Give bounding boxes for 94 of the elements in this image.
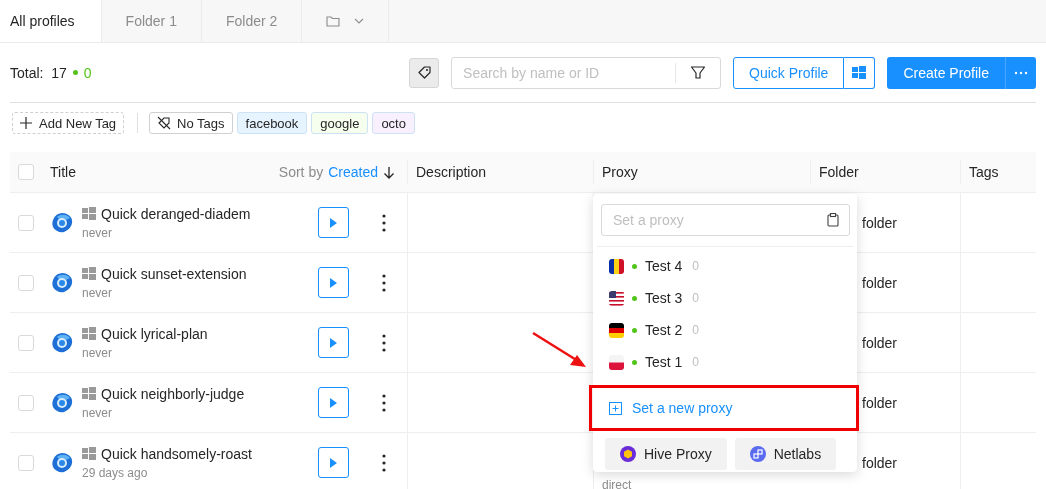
folder-name: folder [862, 334, 898, 351]
play-button[interactable] [318, 207, 349, 238]
vertical-dots-icon [382, 333, 386, 352]
column-header: Folder [819, 164, 859, 180]
profile-name: Quick lyrical-plan [101, 325, 208, 342]
tab[interactable]: All profiles [0, 0, 102, 42]
status-dot [72, 70, 78, 75]
clipboard-icon[interactable] [827, 213, 839, 227]
provider-button[interactable]: Hive Proxy [605, 438, 727, 470]
play-icon [329, 456, 338, 469]
checkbox[interactable] [18, 394, 34, 411]
last-run-text: never [82, 285, 114, 300]
no-tags-filter[interactable]: No Tags [149, 112, 233, 134]
folder-name: folder [862, 394, 898, 411]
windows-icon [82, 387, 96, 400]
folder-name: folder [862, 454, 898, 471]
folder-icon [326, 14, 341, 28]
annotation-arrow [530, 330, 588, 370]
profile-name: Quick deranged-diadem [101, 205, 251, 222]
windows-icon [82, 327, 96, 340]
checkbox[interactable] [18, 334, 34, 351]
browser-icon [50, 390, 74, 415]
last-run-text: never [82, 225, 114, 240]
checkbox[interactable] [18, 164, 34, 180]
proxy-count: 0 [692, 291, 700, 305]
chevron-down-icon [354, 18, 365, 24]
tag-off-icon [157, 116, 172, 130]
vertical-dots-icon [382, 213, 386, 232]
more-button[interactable] [1005, 56, 1036, 89]
play-icon [329, 216, 338, 229]
online-count: 0 [83, 64, 92, 81]
play-button[interactable] [318, 387, 349, 418]
proxy-field[interactable]: Set a proxy [601, 204, 850, 236]
checkbox[interactable] [18, 274, 34, 291]
checkbox[interactable] [18, 454, 34, 471]
proxy-name[interactable]: Test 3 [645, 290, 683, 306]
add-tag-button[interactable]: Add New Tag [12, 112, 125, 134]
tag-icon [416, 65, 432, 80]
ellipsis-icon [1014, 70, 1028, 75]
vertical-dots-icon [382, 393, 386, 412]
column-header: Tags [969, 164, 999, 180]
browser-icon [50, 450, 74, 475]
play-icon [329, 396, 338, 409]
plus-square-icon [609, 401, 622, 415]
play-button[interactable] [318, 327, 349, 358]
column-header: Description [416, 164, 487, 180]
sort-label: Sort by [278, 164, 324, 180]
network-icon [749, 446, 766, 462]
proxy-count: 0 [692, 355, 700, 369]
proxy-name[interactable]: Test 1 [645, 354, 683, 370]
filter-icon [690, 65, 707, 80]
flag-icon [609, 354, 624, 370]
windows-icon [852, 66, 867, 79]
proxy-name[interactable]: Test 4 [645, 258, 683, 274]
total-count: Total: 17 [10, 64, 67, 81]
browser-icon [50, 330, 74, 355]
windows-icon [82, 447, 96, 460]
column-header: Proxy [602, 164, 638, 180]
windows-icon [82, 267, 96, 280]
profile-name: Quick neighborly-judge [101, 385, 245, 402]
arrow-down-icon[interactable] [383, 165, 395, 179]
vertical-dots-icon [382, 453, 386, 472]
tag-filter[interactable]: google [311, 112, 369, 134]
column-header: Title [50, 164, 76, 180]
folder-name: folder [862, 214, 898, 231]
folder-name: folder [862, 274, 898, 291]
proxy-count: 0 [692, 323, 700, 337]
tag-filter[interactable]: octo [372, 112, 415, 134]
browser-icon [50, 210, 74, 235]
play-button[interactable] [318, 447, 349, 478]
plus-icon [20, 117, 32, 129]
flag-icon [609, 258, 624, 274]
proxy-name[interactable]: Test 2 [645, 322, 683, 338]
search-field[interactable]: Search by name or ID [451, 56, 722, 89]
windows-icon [82, 207, 96, 220]
os-select-button[interactable] [844, 56, 876, 89]
last-run-text: never [82, 345, 114, 360]
last-run-text: 29 days ago [82, 465, 149, 480]
flag-icon [609, 322, 624, 338]
play-icon [329, 276, 338, 289]
provider-button[interactable]: Netlabs [734, 438, 837, 470]
checkbox[interactable] [18, 214, 34, 231]
profile-name: Quick handsomely-roast [101, 445, 252, 462]
flag-icon [609, 290, 624, 306]
proxy-count: 0 [692, 259, 700, 273]
play-icon [329, 336, 338, 349]
proxy-type-text: direct [602, 478, 632, 489]
play-button[interactable] [318, 267, 349, 298]
tag-filter[interactable]: facebook [236, 112, 308, 134]
vertical-dots-icon [382, 273, 386, 292]
tag-filter-button[interactable] [409, 57, 440, 88]
last-run-text: never [82, 405, 114, 420]
profile-name: Quick sunset-extension [101, 265, 247, 282]
browser-icon [50, 270, 74, 295]
